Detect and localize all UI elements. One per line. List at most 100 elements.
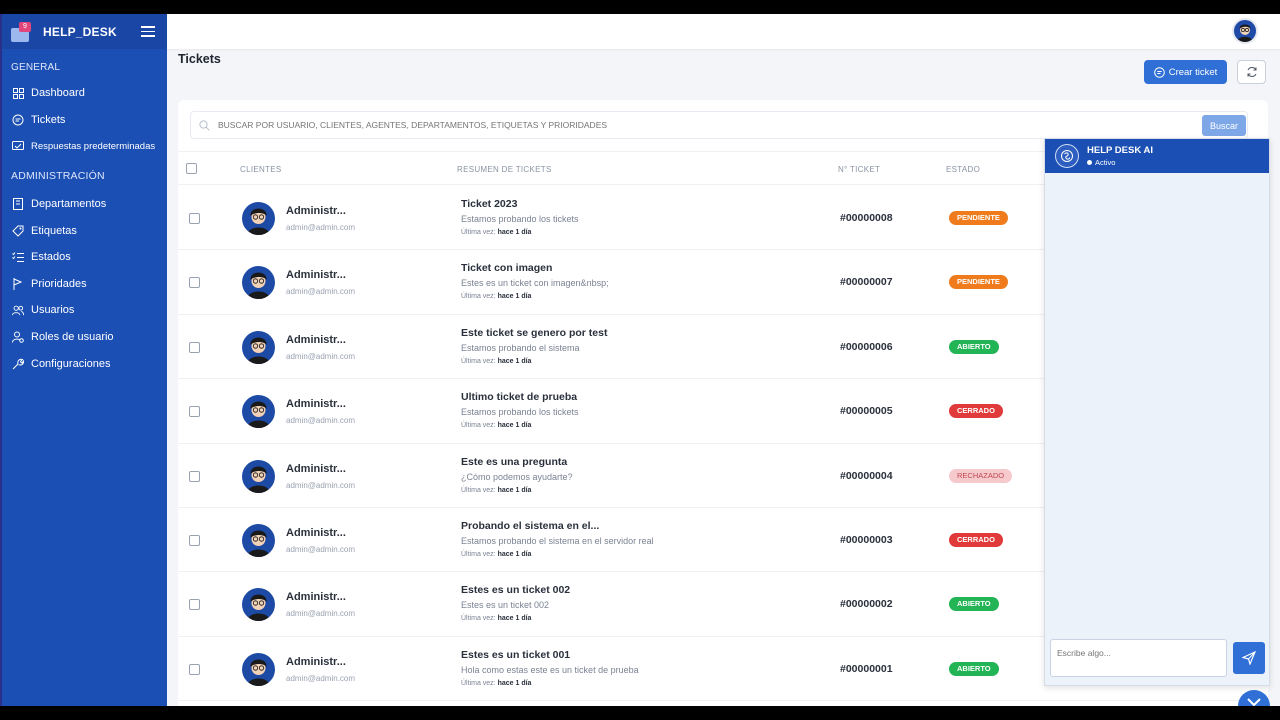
flag-icon [12, 277, 24, 290]
last-value: hace 1 día [497, 615, 532, 623]
sidebar-item-label: Tickets [31, 113, 66, 126]
status-badge: RECHAZADO [949, 468, 1013, 483]
ticket-title[interactable]: Estes es un ticket 001 [461, 649, 570, 661]
ticket-number: #00000002 [840, 598, 893, 611]
chat-message-input[interactable] [1050, 639, 1227, 677]
ticket-title[interactable]: Ultimo ticket de prueba [461, 391, 577, 403]
status-badge: ABIERTO [949, 597, 999, 612]
ticket-last-update: Última vez: hace 1 día [461, 293, 531, 300]
ticket-title[interactable]: Ticket con imagen [461, 262, 552, 274]
search-button[interactable]: Buscar [1202, 115, 1246, 136]
ticket-title[interactable]: Este ticket se genero por test [461, 327, 607, 339]
row-checkbox[interactable] [189, 277, 200, 289]
sidebar-item-label: Prioridades [31, 277, 87, 290]
chat-header: HELP DESK AI Activo [1045, 139, 1269, 173]
ticket-last-update: Última vez: hace 1 día [461, 358, 531, 365]
sidebar-item-usuarios[interactable]: Usuarios [2, 297, 167, 324]
ticket-number: #00000007 [840, 276, 893, 289]
last-value: hace 1 día [497, 486, 532, 494]
last-prefix: Última vez: [461, 486, 496, 494]
row-checkbox[interactable] [189, 406, 200, 418]
sidebar-item-label: Usuarios [31, 304, 75, 317]
client-name: Administr... [286, 333, 346, 346]
status-badge: CERRADO [949, 404, 1003, 419]
client-email: admin@admin.com [286, 609, 356, 619]
client-name: Administr... [286, 398, 346, 411]
ticket-last-update: Última vez: hace 1 día [461, 229, 531, 236]
ticket-number: #00000001 [840, 662, 893, 675]
client-name: Administr... [286, 269, 346, 282]
refresh-icon [1247, 67, 1256, 77]
sidebar-item-label: Departamentos [31, 198, 107, 211]
create-ticket-button[interactable]: Crear ticket [1144, 60, 1227, 84]
tag-icon [12, 225, 24, 237]
ticket-number: #00000006 [840, 340, 893, 353]
sidebar-item-prioridades[interactable]: Prioridades [2, 271, 167, 298]
send-button[interactable] [1233, 642, 1265, 674]
client-name: Administr... [286, 205, 346, 217]
ticket-title[interactable]: Probando el sistema en el... [461, 520, 599, 532]
chat-status-label: Activo [1095, 158, 1116, 167]
row-checkbox[interactable] [189, 341, 200, 353]
ticket-title[interactable]: Ticket 2023 [461, 198, 517, 210]
client-email: admin@admin.com [286, 416, 356, 426]
client-avatar [242, 395, 275, 429]
ticket-description: Estamos probando los tickets [461, 407, 579, 418]
row-checkbox[interactable] [189, 663, 200, 675]
column-clients: CLIENTES [240, 165, 282, 174]
ticket-title[interactable]: Estes es un ticket 002 [461, 584, 570, 596]
row-checkbox[interactable] [189, 599, 200, 611]
row-checkbox[interactable] [189, 470, 200, 482]
sidebar-item-etiquetas[interactable]: Etiquetas [2, 217, 167, 244]
sidebar-item-tickets[interactable]: Tickets [2, 107, 167, 134]
sidebar-item-respuestas[interactable]: Respuestas predeterminadas [2, 133, 167, 160]
client-name: Administr... [286, 462, 346, 475]
client-avatar [242, 330, 275, 364]
ticket-number: #00000003 [840, 534, 893, 546]
ticket-number: #00000005 [840, 405, 893, 418]
sidebar-item-roles[interactable]: Roles de usuario [2, 324, 167, 351]
client-name: Administr... [286, 527, 346, 539]
last-value: hace 1 día [497, 293, 532, 301]
ticket-last-update: Última vez: hace 1 día [461, 551, 531, 558]
search-icon [199, 119, 210, 131]
refresh-button[interactable] [1237, 60, 1266, 84]
search-input[interactable] [218, 120, 1178, 130]
row-checkbox[interactable] [189, 213, 200, 224]
row-checkbox[interactable] [189, 535, 200, 546]
last-value: hace 1 día [497, 357, 532, 365]
ticket-description: Estamos probando el sistema en el servid… [461, 536, 654, 546]
ticket-description: Estamos probando los tickets [461, 214, 579, 224]
ticket-title[interactable]: Este es una pregunta [461, 456, 567, 468]
user-avatar[interactable] [1232, 18, 1258, 44]
sidebar-item-estados[interactable]: Estados [2, 244, 167, 271]
client-name: Administr... [286, 591, 346, 604]
sidebar-item-label: Respuestas predeterminadas [31, 140, 156, 152]
column-number: N° TICKET [838, 165, 881, 174]
send-icon [1242, 651, 1256, 665]
ticket-description: ¿Cómo podemos ayudarte? [461, 471, 573, 482]
status-dot-icon [1087, 160, 1092, 165]
sidebar-item-departamentos[interactable]: Departamentos [2, 191, 167, 218]
client-email: admin@admin.com [286, 545, 356, 554]
top-bar [167, 14, 1280, 49]
ticket-number: #00000004 [840, 469, 893, 482]
ai-logo-icon [1055, 144, 1079, 168]
ticket-last-update: Última vez: hace 1 día [461, 487, 531, 494]
chat-icon [12, 114, 24, 126]
client-avatar [242, 652, 275, 686]
sidebar-item-dashboard[interactable]: Dashboard [2, 80, 167, 107]
client-avatar [242, 202, 275, 235]
select-all-checkbox[interactable] [186, 163, 197, 174]
last-prefix: Última vez: [461, 615, 496, 623]
ticket-number: #00000008 [840, 212, 893, 224]
sidebar-item-label: Etiquetas [31, 224, 77, 237]
create-ticket-label: Crear ticket [1168, 66, 1218, 78]
section-title-general: GENERAL [11, 62, 61, 73]
menu-toggle-icon[interactable] [141, 26, 155, 37]
last-prefix: Última vez: [461, 422, 496, 430]
client-email: admin@admin.com [286, 287, 356, 297]
last-value: hace 1 día [497, 229, 532, 236]
ticket-description: Estes es un ticket 002 [461, 600, 550, 611]
sidebar-item-configuraciones[interactable]: Configuraciones [2, 350, 167, 377]
